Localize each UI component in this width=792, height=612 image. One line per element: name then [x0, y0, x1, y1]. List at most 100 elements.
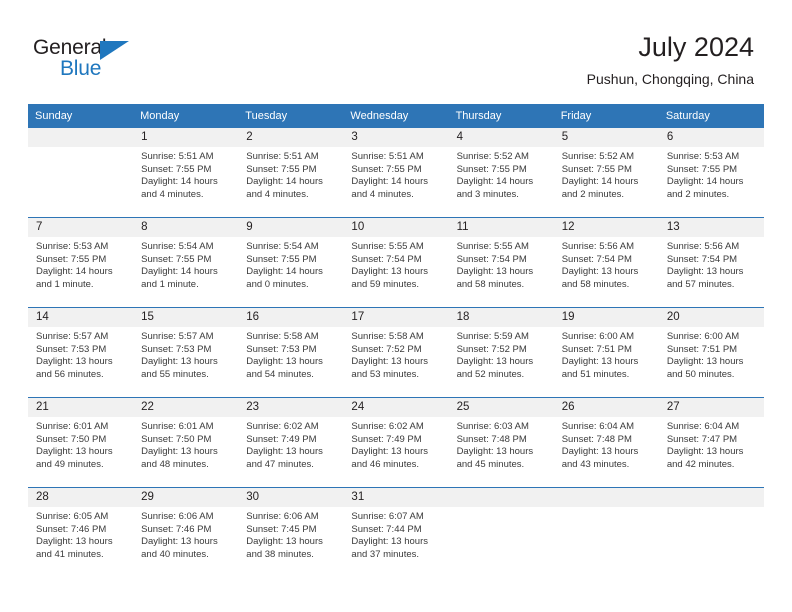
calendar-day-cell-inner: 5 Sunrise: 5:52 AM Sunset: 7:55 PM Daylight…	[553, 128, 659, 217]
calendar-day-detail-line: and 38 minutes.	[246, 548, 314, 560]
calendar-day-cell-inner: 17 Sunrise: 5:58 AM Sunset: 7:52 PM Dayligh…	[343, 308, 449, 397]
calendar-day-detail-line: and 41 minutes.	[36, 548, 104, 560]
calendar-day-details: Sunrise: 6:02 AM Sunset: 7:49 PM Daylight:…	[238, 417, 343, 471]
calendar-day-detail-line: Sunrise: 6:02 AM	[246, 421, 319, 432]
calendar-day-detail-line: Sunrise: 5:57 AM	[141, 331, 214, 342]
calendar-day-details: Sunrise: 5:57 AM Sunset: 7:53 PM Daylight:…	[133, 327, 238, 381]
calendar-day-detail-line: Sunset: 7:45 PM	[246, 523, 317, 535]
calendar-day-detail-line: Sunset: 7:55 PM	[36, 253, 107, 265]
calendar-day-cell[interactable]: 13 Sunrise: 5:56 AM Sunset: 7:54 PM Dayligh…	[658, 217, 764, 308]
calendar-day-cell[interactable]: 12 Sunrise: 5:56 AM Sunset: 7:54 PM Dayligh…	[553, 217, 659, 308]
calendar-day-detail-line: Daylight: 13 hours	[36, 536, 113, 548]
calendar-day-details: Sunrise: 6:01 AM Sunset: 7:50 PM Daylight:…	[133, 417, 238, 471]
calendar-day-detail-line: Sunset: 7:47 PM	[666, 433, 738, 445]
calendar-day-detail-line: Sunrise: 5:56 AM	[666, 241, 740, 252]
calendar-day-detail-line: Sunset: 7:48 PM	[561, 433, 632, 445]
calendar-day-detail-line: and 2 minutes.	[666, 188, 730, 200]
calendar-day-details: Sunrise: 5:52 AM Sunset: 7:55 PM Daylight:…	[554, 147, 659, 201]
calendar-day-detail-line: Sunset: 7:49 PM	[351, 433, 422, 445]
calendar-day-cell[interactable]: 3 Sunrise: 5:51 AM Sunset: 7:55 PM Daylight…	[343, 127, 449, 218]
calendar-day-number: 6	[658, 128, 764, 147]
calendar-day-cell[interactable]: 10 Sunrise: 5:55 AM Sunset: 7:54 PM Dayligh…	[343, 217, 449, 308]
calendar-day-cell[interactable]: 9 Sunrise: 5:54 AM Sunset: 7:55 PM Daylight…	[238, 217, 344, 308]
calendar-day-cell-inner: 25 Sunrise: 6:03 AM Sunset: 7:48 PM Dayligh…	[448, 398, 554, 487]
calendar-day-detail-line: Daylight: 13 hours	[561, 356, 639, 368]
calendar-day-cell[interactable]: 11 Sunrise: 5:55 AM Sunset: 7:54 PM Dayligh…	[448, 217, 554, 308]
calendar-day-detail-line: and 4 minutes.	[351, 188, 414, 200]
calendar-day-cell[interactable]: 28 Sunrise: 6:05 AM Sunset: 7:46 PM Dayligh…	[28, 487, 134, 577]
calendar-day-cell[interactable]: 25 Sunrise: 6:03 AM Sunset: 7:48 PM Dayligh…	[448, 397, 554, 488]
calendar-day-cell[interactable]: 15 Sunrise: 5:57 AM Sunset: 7:53 PM Dayligh…	[133, 307, 239, 398]
calendar-day-cell[interactable]: 19 Sunrise: 6:00 AM Sunset: 7:51 PM Dayligh…	[553, 307, 659, 398]
calendar-day-detail-line: and 55 minutes.	[141, 368, 209, 380]
calendar-day-number: 14	[28, 308, 134, 327]
weekday-header-friday: Friday	[553, 104, 659, 128]
calendar-day-details: Sunrise: 5:58 AM Sunset: 7:52 PM Daylight:…	[343, 327, 448, 381]
calendar-day-cell[interactable]: 4 Sunrise: 5:52 AM Sunset: 7:55 PM Daylight…	[448, 127, 554, 218]
calendar-day-detail-line: Daylight: 13 hours	[351, 446, 428, 458]
calendar-day-detail-line: Daylight: 14 hours	[561, 176, 639, 188]
calendar-day-cell-inner: 2 Sunrise: 5:51 AM Sunset: 7:55 PM Daylight…	[238, 128, 344, 217]
calendar-day-detail-line: and 45 minutes.	[456, 458, 525, 470]
calendar-day-detail-line: Sunrise: 6:02 AM	[351, 421, 424, 432]
calendar-day-cell[interactable]: 27 Sunrise: 6:04 AM Sunset: 7:47 PM Dayligh…	[658, 397, 764, 488]
calendar-day-detail-line: Daylight: 13 hours	[561, 446, 639, 458]
calendar-day-cell[interactable]: 29 Sunrise: 6:06 AM Sunset: 7:46 PM Dayligh…	[133, 487, 239, 577]
page-header: General Blue July 2024 Pushun, Chongqing…	[0, 0, 792, 100]
calendar-day-detail-line: Daylight: 13 hours	[456, 266, 534, 278]
calendar-day-number: 24	[343, 398, 449, 417]
calendar-day-cell[interactable]: 23 Sunrise: 6:02 AM Sunset: 7:49 PM Dayligh…	[238, 397, 344, 488]
calendar-day-cell-inner: 28 Sunrise: 6:05 AM Sunset: 7:46 PM Dayligh…	[28, 488, 134, 577]
logo-text-blue: Blue	[60, 57, 102, 80]
calendar-day-detail-line: Sunrise: 5:51 AM	[246, 151, 319, 162]
calendar-day-detail-line: Sunset: 7:51 PM	[561, 343, 632, 355]
calendar-day-details: Sunrise: 5:56 AM Sunset: 7:54 PM Daylight:…	[659, 237, 764, 291]
calendar-day-detail-line: Sunset: 7:46 PM	[141, 523, 212, 535]
calendar-day-cell[interactable]: 7 Sunrise: 5:53 AM Sunset: 7:55 PM Daylight…	[28, 217, 134, 308]
calendar-day-number: 2	[238, 128, 344, 147]
calendar-day-detail-line: Sunset: 7:54 PM	[456, 253, 527, 265]
calendar-day-detail-line: Daylight: 14 hours	[456, 176, 534, 188]
calendar-day-detail-line: Daylight: 13 hours	[246, 446, 323, 458]
calendar-day-cell[interactable]: 1 Sunrise: 5:51 AM Sunset: 7:55 PM Daylight…	[133, 127, 239, 218]
calendar-day-number: 28	[28, 488, 134, 507]
calendar-day-cell[interactable]: 8 Sunrise: 5:54 AM Sunset: 7:55 PM Daylight…	[133, 217, 239, 308]
calendar-day-detail-line: Sunset: 7:53 PM	[246, 343, 317, 355]
calendar-day-cell[interactable]: 14 Sunrise: 5:57 AM Sunset: 7:53 PM Dayligh…	[28, 307, 134, 398]
calendar-day-cell[interactable]: 18 Sunrise: 5:59 AM Sunset: 7:52 PM Dayligh…	[448, 307, 554, 398]
calendar-day-detail-line: Daylight: 13 hours	[141, 536, 218, 548]
calendar-day-detail-line: Sunrise: 6:01 AM	[36, 421, 109, 432]
calendar-day-cell[interactable]: 6 Sunrise: 5:53 AM Sunset: 7:55 PM Daylight…	[658, 127, 764, 218]
calendar-day-cell[interactable]: 5 Sunrise: 5:52 AM Sunset: 7:55 PM Daylight…	[553, 127, 659, 218]
calendar-day-detail-line: and 3 minutes.	[456, 188, 519, 200]
calendar-day-details	[554, 507, 659, 511]
calendar-day-cell[interactable]: 17 Sunrise: 5:58 AM Sunset: 7:52 PM Dayligh…	[343, 307, 449, 398]
calendar-day-cell[interactable]: 22 Sunrise: 6:01 AM Sunset: 7:50 PM Dayligh…	[133, 397, 239, 488]
calendar-day-cell[interactable]: 2 Sunrise: 5:51 AM Sunset: 7:55 PM Daylight…	[238, 127, 344, 218]
calendar-day-cell[interactable]: 30 Sunrise: 6:06 AM Sunset: 7:45 PM Dayligh…	[238, 487, 344, 577]
calendar-day-cell[interactable]: 21 Sunrise: 6:01 AM Sunset: 7:50 PM Dayligh…	[28, 397, 134, 488]
calendar-day-number: 3	[343, 128, 449, 147]
calendar-day-cell[interactable]: 26 Sunrise: 6:04 AM Sunset: 7:48 PM Dayligh…	[553, 397, 659, 488]
calendar-day-cell[interactable]: 24 Sunrise: 6:02 AM Sunset: 7:49 PM Dayligh…	[343, 397, 449, 488]
calendar-day-detail-line: and 50 minutes.	[666, 368, 735, 380]
calendar-day-cell-inner: 6 Sunrise: 5:53 AM Sunset: 7:55 PM Daylight…	[658, 128, 764, 217]
calendar-day-details: Sunrise: 6:03 AM Sunset: 7:48 PM Daylight:…	[449, 417, 554, 471]
calendar-day-detail-line: Daylight: 14 hours	[246, 176, 323, 188]
calendar-day-number: 15	[133, 308, 239, 327]
calendar-day-detail-line: and 1 minute.	[141, 278, 199, 290]
calendar-day-cell[interactable]: 16 Sunrise: 5:58 AM Sunset: 7:53 PM Dayligh…	[238, 307, 344, 398]
calendar-day-details: Sunrise: 6:07 AM Sunset: 7:44 PM Daylight:…	[343, 507, 448, 561]
calendar-day-number: 4	[448, 128, 554, 147]
calendar-day-cell[interactable]: 20 Sunrise: 6:00 AM Sunset: 7:51 PM Dayligh…	[658, 307, 764, 398]
calendar-day-number: 30	[238, 488, 344, 507]
calendar-day-detail-line: and 1 minute.	[36, 278, 94, 290]
calendar-day-detail-line: Daylight: 13 hours	[351, 356, 428, 368]
calendar-day-detail-line: Daylight: 14 hours	[141, 266, 218, 278]
calendar-day-cell-inner: 23 Sunrise: 6:02 AM Sunset: 7:49 PM Dayligh…	[238, 398, 344, 487]
calendar-day-number: 21	[28, 398, 134, 417]
calendar-day-detail-line: and 47 minutes.	[246, 458, 314, 470]
calendar-day-cell[interactable]: 31 Sunrise: 6:07 AM Sunset: 7:44 PM Dayligh…	[343, 487, 449, 577]
calendar-day-detail-line: Sunset: 7:55 PM	[351, 163, 422, 175]
calendar-day-detail-line: Sunset: 7:54 PM	[351, 253, 422, 265]
